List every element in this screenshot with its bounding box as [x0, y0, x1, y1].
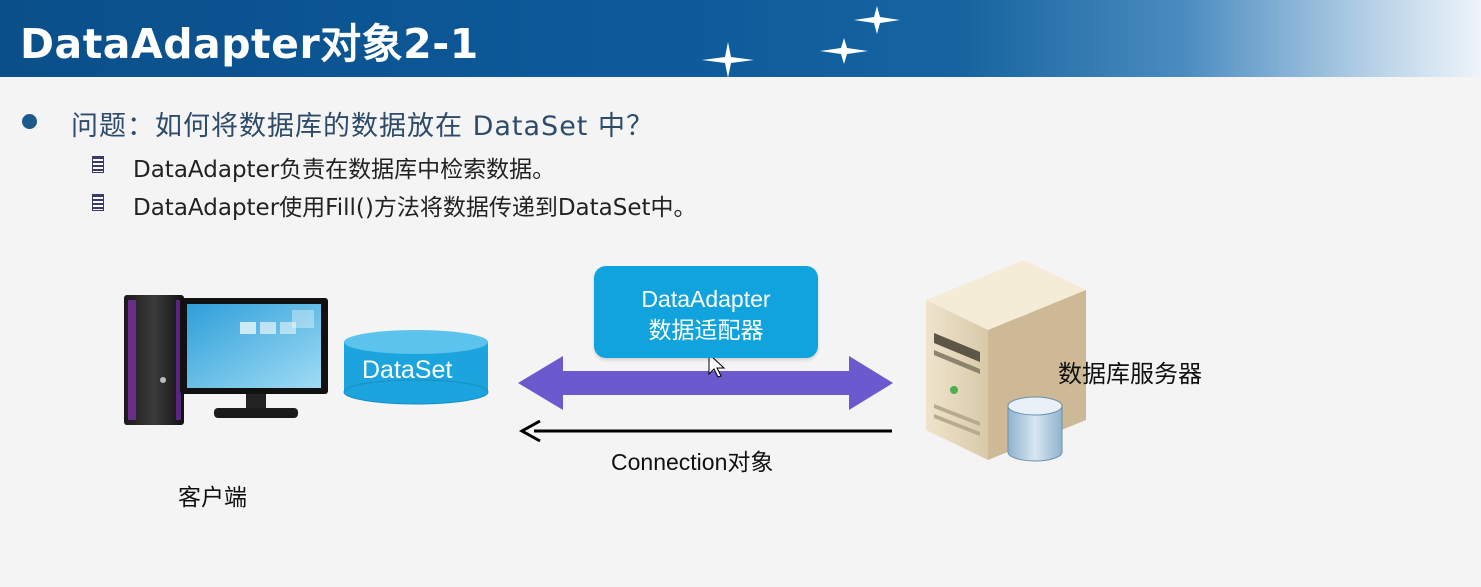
server-label: 数据库服务器	[1058, 361, 1202, 388]
adapter-label-line2: 数据适配器	[648, 317, 764, 343]
client-label: 客户端	[178, 484, 247, 510]
client-computer-icon	[124, 295, 328, 425]
connection-label: Connection对象	[611, 449, 774, 475]
connection-arrow-icon	[518, 419, 892, 443]
adapter-label-line1: DataAdapter	[641, 286, 771, 312]
data-adapter-box: DataAdapter 数据适配器	[594, 266, 818, 358]
double-arrow-icon	[518, 356, 893, 410]
dataset-label: DataSet	[362, 356, 453, 384]
